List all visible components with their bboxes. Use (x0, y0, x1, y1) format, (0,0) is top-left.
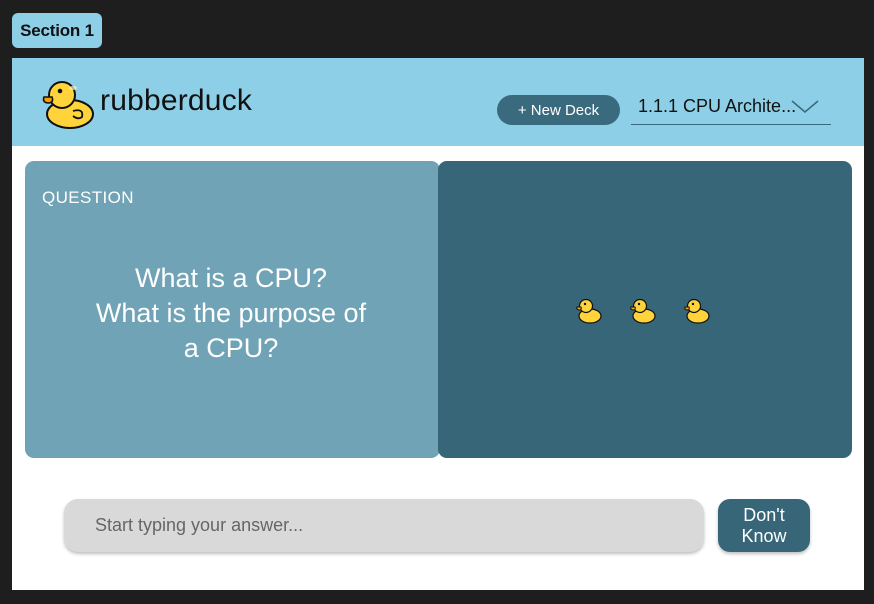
question-text: What is a CPU? What is the purpose of a … (25, 261, 437, 366)
deck-select-value: 1.1.1 CPU Archite... (638, 96, 797, 116)
question-card: QUESTION What is a CPU? What is the purp… (25, 161, 440, 458)
brand-name: rubberduck (100, 84, 253, 117)
chevron-down-icon (791, 100, 819, 114)
deck-select[interactable]: 1.1.1 CPU Archite... (631, 91, 831, 125)
answer-card (438, 161, 852, 458)
dont-know-label-line2: Know (741, 525, 787, 546)
header: rubberduck + New Deck 1.1.1 CPU Archite.… (12, 58, 864, 146)
new-deck-button[interactable]: + New Deck (497, 95, 620, 125)
question-label: QUESTION (42, 188, 134, 207)
rubber-duck-icon (630, 298, 656, 324)
question-line: What is a CPU? (134, 263, 328, 293)
rubber-duck-icon (576, 298, 602, 324)
rubber-duck-icon (684, 298, 710, 324)
question-line: a CPU? (183, 333, 279, 363)
question-line: What is the purpose of (95, 298, 367, 328)
rubber-duck-icon (42, 81, 94, 129)
app-frame: rubberduck + New Deck 1.1.1 CPU Archite.… (12, 58, 864, 590)
dont-know-button[interactable]: Don't Know (718, 499, 810, 552)
section-tag: Section 1 (12, 13, 102, 48)
answer-input[interactable] (64, 499, 704, 552)
dont-know-label-line1: Don't (743, 504, 785, 525)
